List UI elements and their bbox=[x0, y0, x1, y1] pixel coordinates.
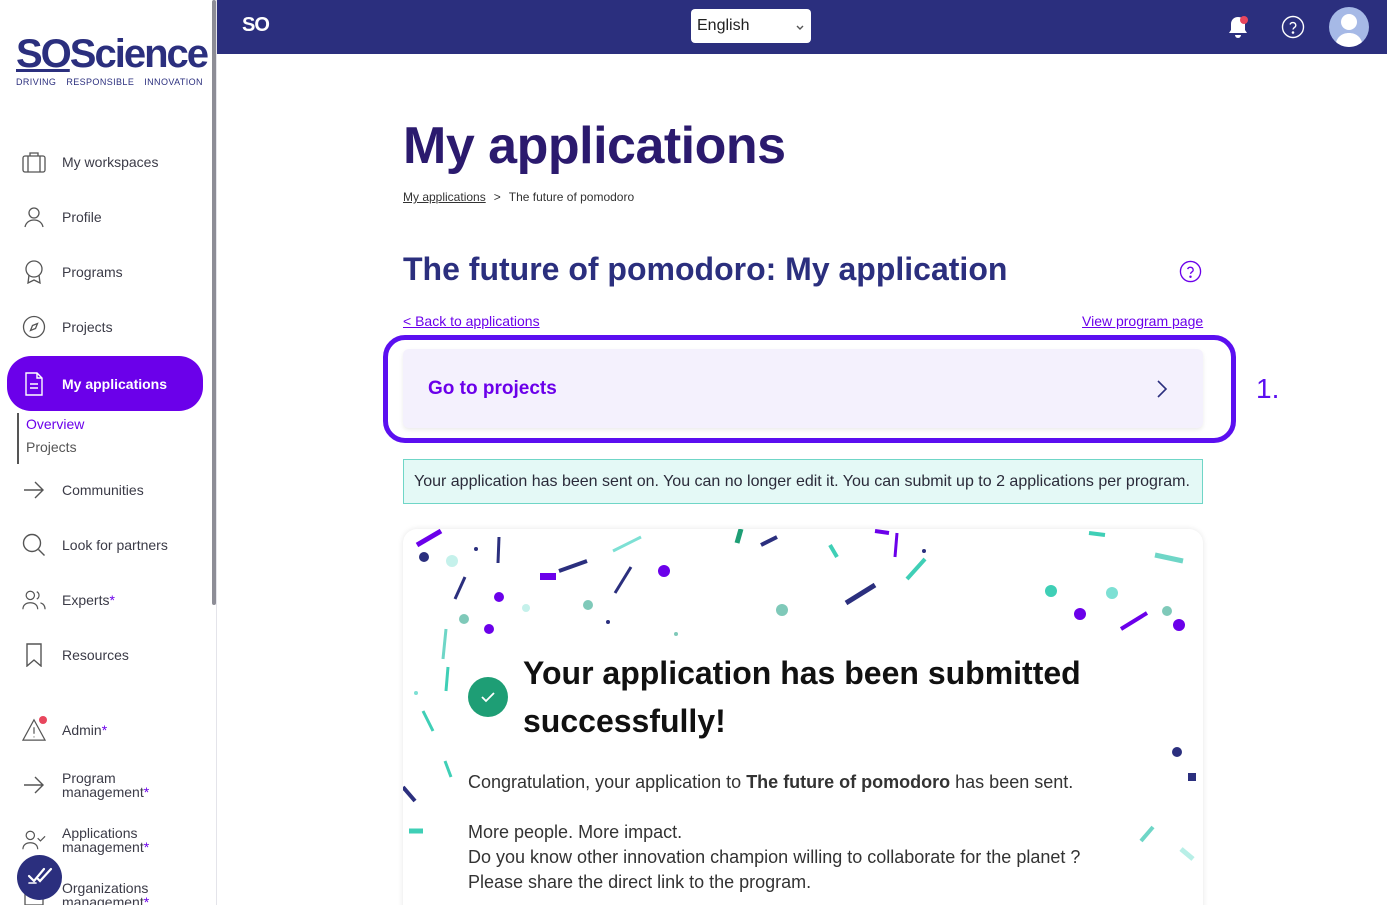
chevron-right-icon bbox=[1155, 379, 1169, 404]
topbar-logo[interactable]: SO bbox=[242, 14, 270, 37]
sidebar: SOScience DRIVING RESPONSIBLE INNOVATION M… bbox=[0, 0, 212, 905]
tagline-word: INNOVATION bbox=[144, 77, 203, 87]
sidebar-item-label: Profile bbox=[62, 209, 102, 225]
app-root: SOScience DRIVING RESPONSIBLE INNOVATION M… bbox=[0, 0, 1387, 905]
award-icon bbox=[22, 260, 46, 284]
sidebar-item-profile[interactable]: Profile bbox=[7, 194, 203, 240]
success-check-icon bbox=[468, 677, 508, 717]
admin-label: Admin bbox=[62, 722, 102, 738]
tasks-fab-button[interactable] bbox=[17, 855, 62, 900]
sidebar-item-look-for-partners[interactable]: Look for partners bbox=[7, 522, 203, 568]
sidebar-item-label: Programs bbox=[62, 264, 123, 280]
tagline-word: DRIVING bbox=[16, 77, 57, 87]
message-suffix: has been sent. bbox=[950, 772, 1074, 792]
user-check-icon bbox=[22, 828, 46, 852]
experts-label: Experts bbox=[62, 592, 110, 608]
sidebar-item-communities[interactable]: Communities bbox=[7, 467, 203, 513]
logo-tagline: DRIVING RESPONSIBLE INNOVATION bbox=[16, 77, 203, 87]
label-line2: management bbox=[62, 784, 144, 800]
subnav-overview[interactable]: Overview bbox=[19, 413, 193, 436]
sidebar-item-label: Resources bbox=[62, 647, 129, 663]
language-value: English bbox=[697, 17, 750, 34]
subnav-projects[interactable]: Projects bbox=[19, 436, 193, 459]
success-card: Your application has been submitted succ… bbox=[403, 529, 1203, 905]
restricted-star: * bbox=[143, 839, 150, 855]
sidebar-divider bbox=[216, 0, 217, 905]
my-applications-subnav: Overview Projects bbox=[17, 413, 193, 464]
notification-dot bbox=[39, 716, 47, 724]
notifications-bell-icon[interactable] bbox=[1224, 13, 1252, 41]
logo-wordmark: SOScience bbox=[16, 32, 209, 76]
message-line-3: Do you know other innovation champion wi… bbox=[468, 847, 1081, 867]
sidebar-item-label: Applications management* bbox=[62, 826, 149, 854]
sidebar-item-projects[interactable]: Projects bbox=[7, 304, 203, 350]
logo-science: Science bbox=[69, 32, 209, 76]
warning-icon bbox=[22, 716, 47, 742]
sidebar-item-label: Projects bbox=[62, 319, 113, 335]
application-title: The future of pomodoro: My application bbox=[403, 251, 1008, 287]
view-program-page-link[interactable]: View program page bbox=[1082, 313, 1203, 329]
search-icon bbox=[22, 533, 46, 557]
message-line-1: Congratulation, your application to The … bbox=[468, 770, 1148, 795]
message-gap bbox=[468, 795, 1148, 820]
sidebar-item-label: Organizations management* bbox=[62, 881, 149, 905]
user-icon bbox=[22, 205, 46, 229]
page-title: My applications bbox=[403, 117, 786, 175]
step-number-annotation: 1. bbox=[1256, 373, 1280, 404]
arrow-right-icon bbox=[22, 478, 46, 502]
sidebar-item-label: My applications bbox=[62, 375, 168, 392]
breadcrumb: My applications > The future of pomodoro bbox=[403, 190, 634, 204]
sidebar-item-my-workspaces[interactable]: My workspaces bbox=[7, 139, 203, 185]
go-to-projects-label: Go to projects bbox=[428, 378, 557, 399]
sidebar-item-label: Program management* bbox=[62, 771, 149, 799]
help-icon[interactable] bbox=[1179, 260, 1202, 283]
breadcrumb-root-link[interactable]: My applications bbox=[403, 190, 486, 204]
back-to-applications-link[interactable]: < Back to applications bbox=[403, 313, 540, 329]
sidebar-item-my-applications[interactable]: My applications bbox=[7, 356, 203, 411]
sidebar-item-programs[interactable]: Programs bbox=[7, 249, 203, 295]
go-to-projects-button[interactable]: Go to projects bbox=[403, 349, 1203, 428]
language-select[interactable]: English bbox=[691, 9, 811, 43]
sidebar-item-label: Look for partners bbox=[62, 537, 168, 553]
restricted-star: * bbox=[143, 894, 150, 905]
users-icon bbox=[22, 588, 46, 612]
success-title: Your application has been submitted succ… bbox=[523, 655, 1081, 739]
message-program-name: The future of pomodoro bbox=[746, 772, 951, 792]
sidebar-item-resources[interactable]: Resources bbox=[7, 632, 203, 678]
sidebar-item-experts[interactable]: Experts* bbox=[7, 577, 203, 623]
success-message: Congratulation, your application to The … bbox=[468, 770, 1148, 895]
chevron-down-icon bbox=[795, 20, 805, 38]
sidebar-item-label: My workspaces bbox=[62, 154, 159, 170]
restricted-star: * bbox=[101, 722, 108, 738]
label-line2: management bbox=[62, 839, 144, 855]
breadcrumb-current: The future of pomodoro bbox=[508, 190, 635, 204]
sidebar-item-admin[interactable]: Admin* bbox=[7, 707, 203, 753]
restricted-star: * bbox=[109, 592, 115, 608]
message-line-2: More people. More impact. bbox=[468, 822, 683, 842]
restricted-star: * bbox=[143, 784, 150, 800]
help-icon[interactable] bbox=[1279, 13, 1307, 41]
sidebar-item-label: Admin* bbox=[62, 723, 107, 737]
label-line2: management bbox=[62, 894, 144, 905]
logo-so: SO bbox=[16, 32, 72, 76]
message-prefix: Congratulation, your application to bbox=[468, 772, 747, 792]
message-line-4: Please share the direct link to the prog… bbox=[468, 872, 812, 892]
tagline-word: RESPONSIBLE bbox=[66, 77, 135, 87]
briefcase-icon bbox=[22, 150, 46, 174]
top-bar: SO English bbox=[217, 0, 1387, 54]
compass-icon bbox=[22, 315, 46, 339]
sidebar-item-label: Communities bbox=[62, 482, 144, 498]
submission-notice: Your application has been sent on. You c… bbox=[403, 459, 1203, 504]
arrow-right-icon bbox=[22, 773, 46, 797]
bookmark-icon bbox=[22, 643, 46, 667]
breadcrumb-separator: > bbox=[493, 190, 501, 204]
sidebar-item-program-management[interactable]: Program management* bbox=[7, 762, 203, 808]
document-icon bbox=[22, 371, 46, 396]
soscience-logo[interactable]: SOScience DRIVING RESPONSIBLE INNOVATION bbox=[16, 32, 209, 87]
sidebar-item-label: Experts* bbox=[62, 593, 115, 607]
user-avatar[interactable] bbox=[1329, 7, 1369, 47]
double-check-icon bbox=[27, 865, 53, 890]
